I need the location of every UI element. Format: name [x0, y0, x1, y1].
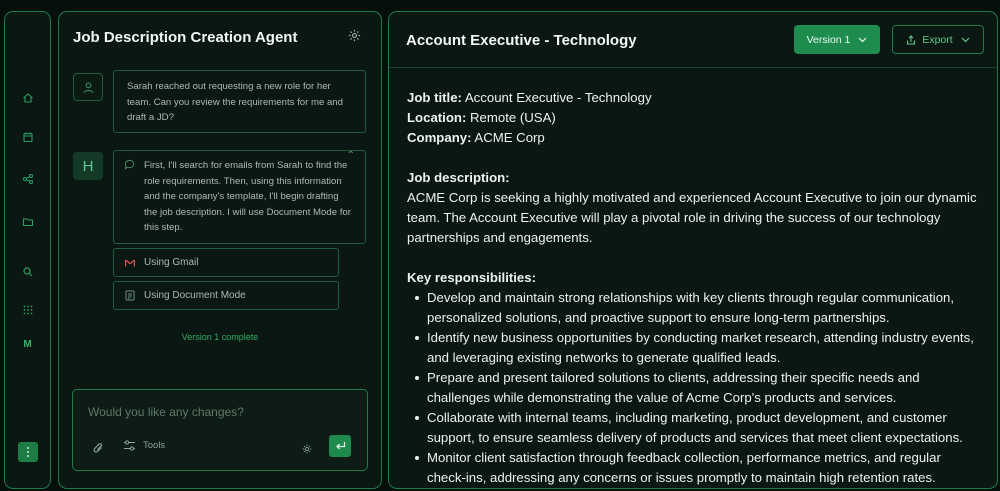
export-icon	[906, 34, 916, 45]
enter-arrow-icon	[335, 442, 345, 450]
export-label: Export	[922, 33, 953, 46]
field-value: Remote (USA)	[470, 110, 556, 125]
chevron-down-icon	[961, 34, 970, 46]
vertical-dots-icon	[27, 446, 29, 458]
calendar-icon[interactable]	[21, 130, 35, 144]
more-menu-button[interactable]	[18, 442, 38, 462]
agent-message: ⌃ First, I'll search for emails from Sar…	[113, 150, 366, 244]
field-value: ACME Corp	[474, 130, 545, 145]
field-label: Location:	[407, 110, 467, 125]
list-item: Monitor client satisfaction through feed…	[415, 448, 977, 488]
side-rail: M	[4, 11, 51, 489]
user-message: Sarah reached out requesting a new role …	[113, 70, 366, 133]
workspace-m-button[interactable]: M	[21, 337, 35, 351]
agent-avatar: H	[73, 152, 103, 180]
export-dropdown[interactable]: Export	[892, 25, 984, 54]
input-settings-gear-icon[interactable]	[302, 441, 312, 459]
search-icon[interactable]	[21, 265, 35, 279]
description-heading: Job description:	[407, 170, 510, 185]
tools-button[interactable]: Tools	[123, 440, 165, 451]
list-item: Collaborate with internal teams, includi…	[415, 408, 977, 448]
chevron-down-icon	[858, 34, 867, 46]
user-icon	[83, 81, 93, 93]
document-header: Account Executive - Technology Version 1…	[389, 12, 997, 68]
list-item: Identify new business opportunities by c…	[415, 328, 977, 368]
collapse-chevron-icon[interactable]: ⌃	[347, 148, 355, 164]
list-item: Develop and maintain strong relationship…	[415, 288, 977, 328]
paperclip-icon[interactable]	[93, 441, 104, 459]
user-avatar	[73, 73, 103, 101]
share-icon[interactable]	[21, 172, 35, 186]
tool-label: Using Gmail	[144, 257, 199, 268]
gmail-icon	[124, 258, 136, 267]
version-complete-status: Version 1 complete	[181, 332, 259, 342]
chat-input-box: Tools	[72, 389, 368, 471]
field-company: Company: ACME Corp	[407, 128, 977, 148]
document-icon	[124, 290, 136, 301]
agent-title: Job Description Creation Agent	[73, 29, 298, 46]
settings-gear-icon[interactable]	[348, 29, 361, 47]
chat-input[interactable]	[86, 404, 350, 420]
agent-panel: Job Description Creation Agent Sarah rea…	[58, 11, 382, 489]
grid-icon[interactable]	[21, 303, 35, 317]
send-button[interactable]	[329, 435, 351, 457]
field-label: Job title:	[407, 90, 462, 105]
folder-icon[interactable]	[21, 215, 35, 229]
version-label: Version 1	[806, 33, 851, 46]
field-location: Location: Remote (USA)	[407, 108, 977, 128]
document-title: Account Executive - Technology	[406, 32, 637, 49]
document-body: Job title: Account Executive - Technolog…	[407, 88, 977, 488]
home-icon[interactable]	[21, 91, 35, 105]
list-item: Prepare and present tailored solutions t…	[415, 368, 977, 408]
tool-step-gmail[interactable]: Using Gmail	[113, 248, 339, 277]
field-value: Account Executive - Technology	[464, 90, 652, 105]
version-dropdown[interactable]: Version 1	[794, 25, 880, 54]
field-label: Company:	[407, 130, 472, 145]
field-job-title: Job title: Account Executive - Technolog…	[407, 88, 977, 108]
responsibilities-heading: Key responsibilities:	[407, 270, 536, 285]
sliders-icon	[124, 440, 135, 451]
document-panel: Account Executive - Technology Version 1…	[388, 11, 998, 489]
description-text: ACME Corp is seeking a highly motivated …	[407, 190, 977, 245]
tool-step-document[interactable]: Using Document Mode	[113, 281, 339, 310]
tools-label: Tools	[143, 440, 166, 451]
agent-message-text: First, I'll search for emails from Sarah…	[144, 160, 351, 233]
chat-bubble-icon	[124, 159, 135, 176]
tool-label: Using Document Mode	[144, 290, 246, 301]
responsibilities-list: Develop and maintain strong relationship…	[407, 288, 977, 488]
